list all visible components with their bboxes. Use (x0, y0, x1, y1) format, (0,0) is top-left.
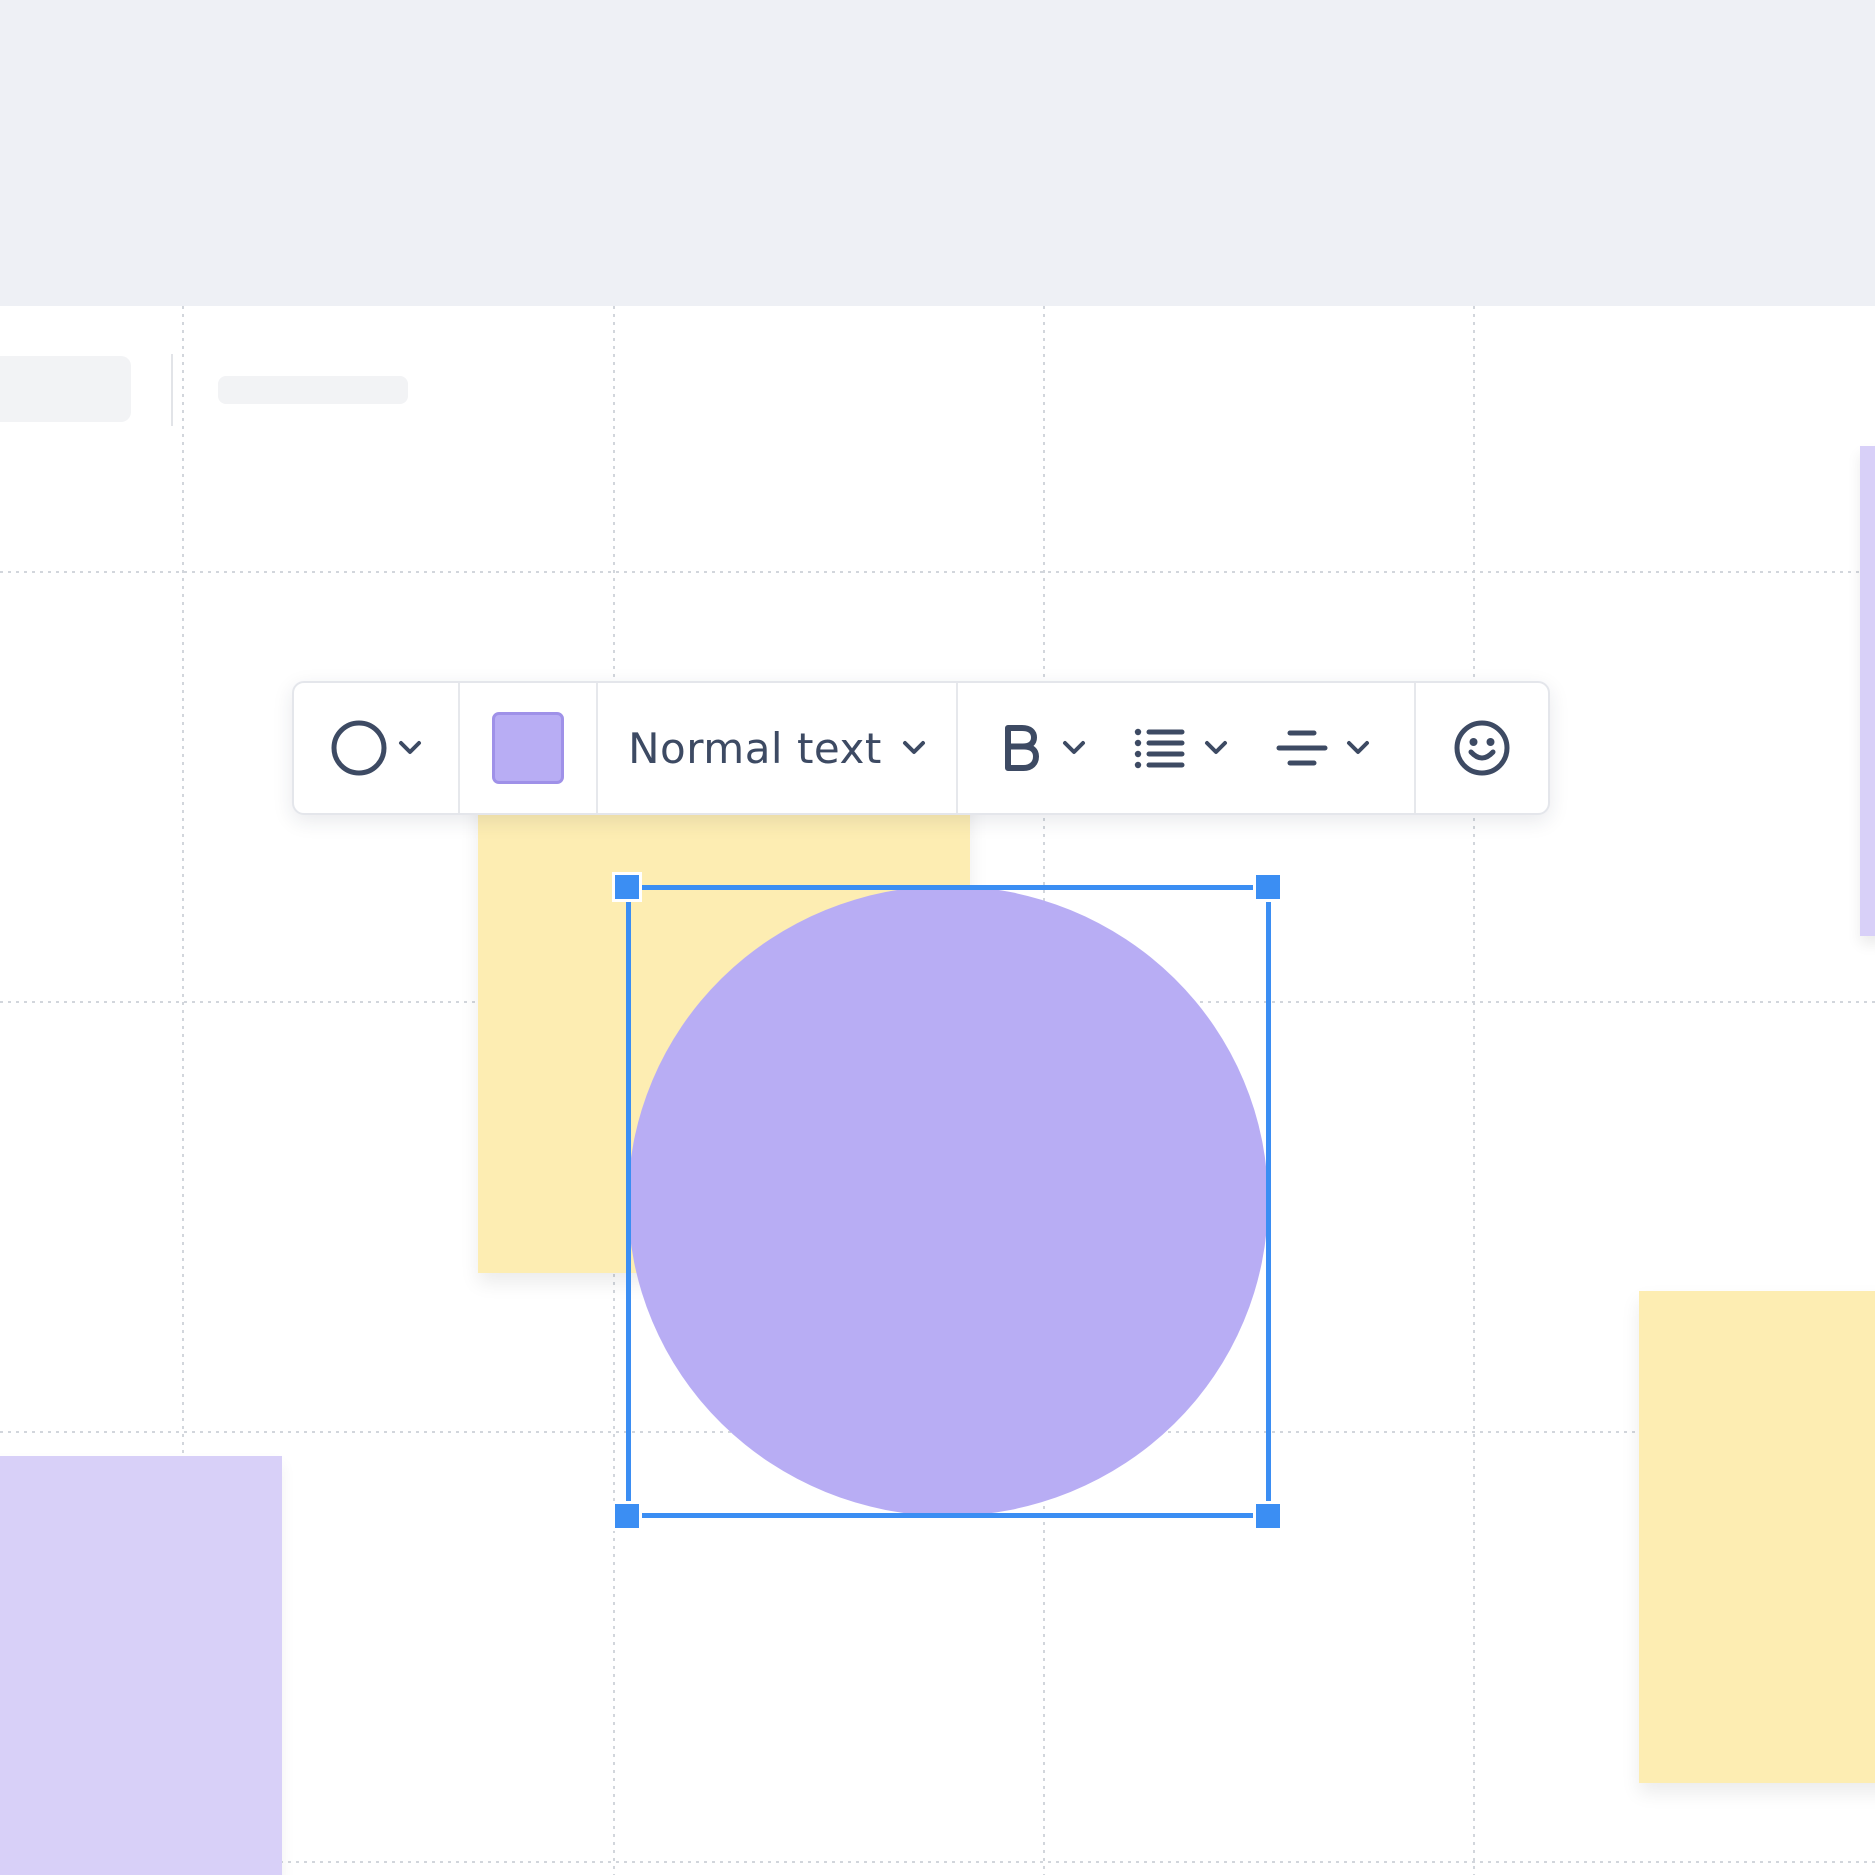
resize-handle-top-right[interactable] (1253, 872, 1283, 902)
list-dropdown[interactable] (1134, 727, 1228, 769)
selection-border (626, 886, 631, 1516)
chevron-down-icon (902, 741, 925, 754)
sticky-note-yellow[interactable] (1639, 1291, 1875, 1783)
shape-type-dropdown[interactable] (330, 719, 422, 777)
bullet-list-icon (1134, 728, 1185, 769)
top-header-band (0, 0, 1875, 306)
text-style-dropdown[interactable]: Normal text (628, 724, 926, 773)
floating-format-toolbar: Normal text (292, 681, 1550, 815)
selection-border (1266, 886, 1271, 1516)
circle-icon (331, 720, 387, 776)
bold-icon (1005, 725, 1039, 771)
resize-handle-top-left[interactable] (612, 872, 642, 902)
chevron-down-icon (1205, 741, 1227, 754)
placeholder-bar (218, 376, 408, 404)
alignment-dropdown[interactable] (1276, 727, 1370, 769)
placeholder-pill (0, 356, 131, 422)
chevron-down-icon (399, 741, 421, 754)
selected-circle-shape[interactable] (628, 886, 1268, 1516)
sticky-note-purple[interactable] (0, 1456, 282, 1875)
selection-border (628, 1513, 1269, 1518)
divider (171, 354, 173, 426)
emoji-button[interactable] (1453, 719, 1511, 777)
align-center-icon (1276, 730, 1328, 766)
selection-border (628, 885, 1269, 890)
text-style-label: Normal text (628, 723, 882, 773)
whiteboard-canvas[interactable] (0, 306, 1875, 1875)
sticky-note-purple[interactable] (1860, 446, 1875, 936)
fill-color-swatch[interactable] (492, 712, 564, 784)
resize-handle-bottom-right[interactable] (1253, 1501, 1283, 1531)
chevron-down-icon (1063, 741, 1085, 754)
smiley-icon (1454, 720, 1510, 776)
resize-handle-bottom-left[interactable] (612, 1501, 642, 1531)
bold-dropdown[interactable] (1002, 724, 1086, 772)
chevron-down-icon (1347, 741, 1369, 754)
